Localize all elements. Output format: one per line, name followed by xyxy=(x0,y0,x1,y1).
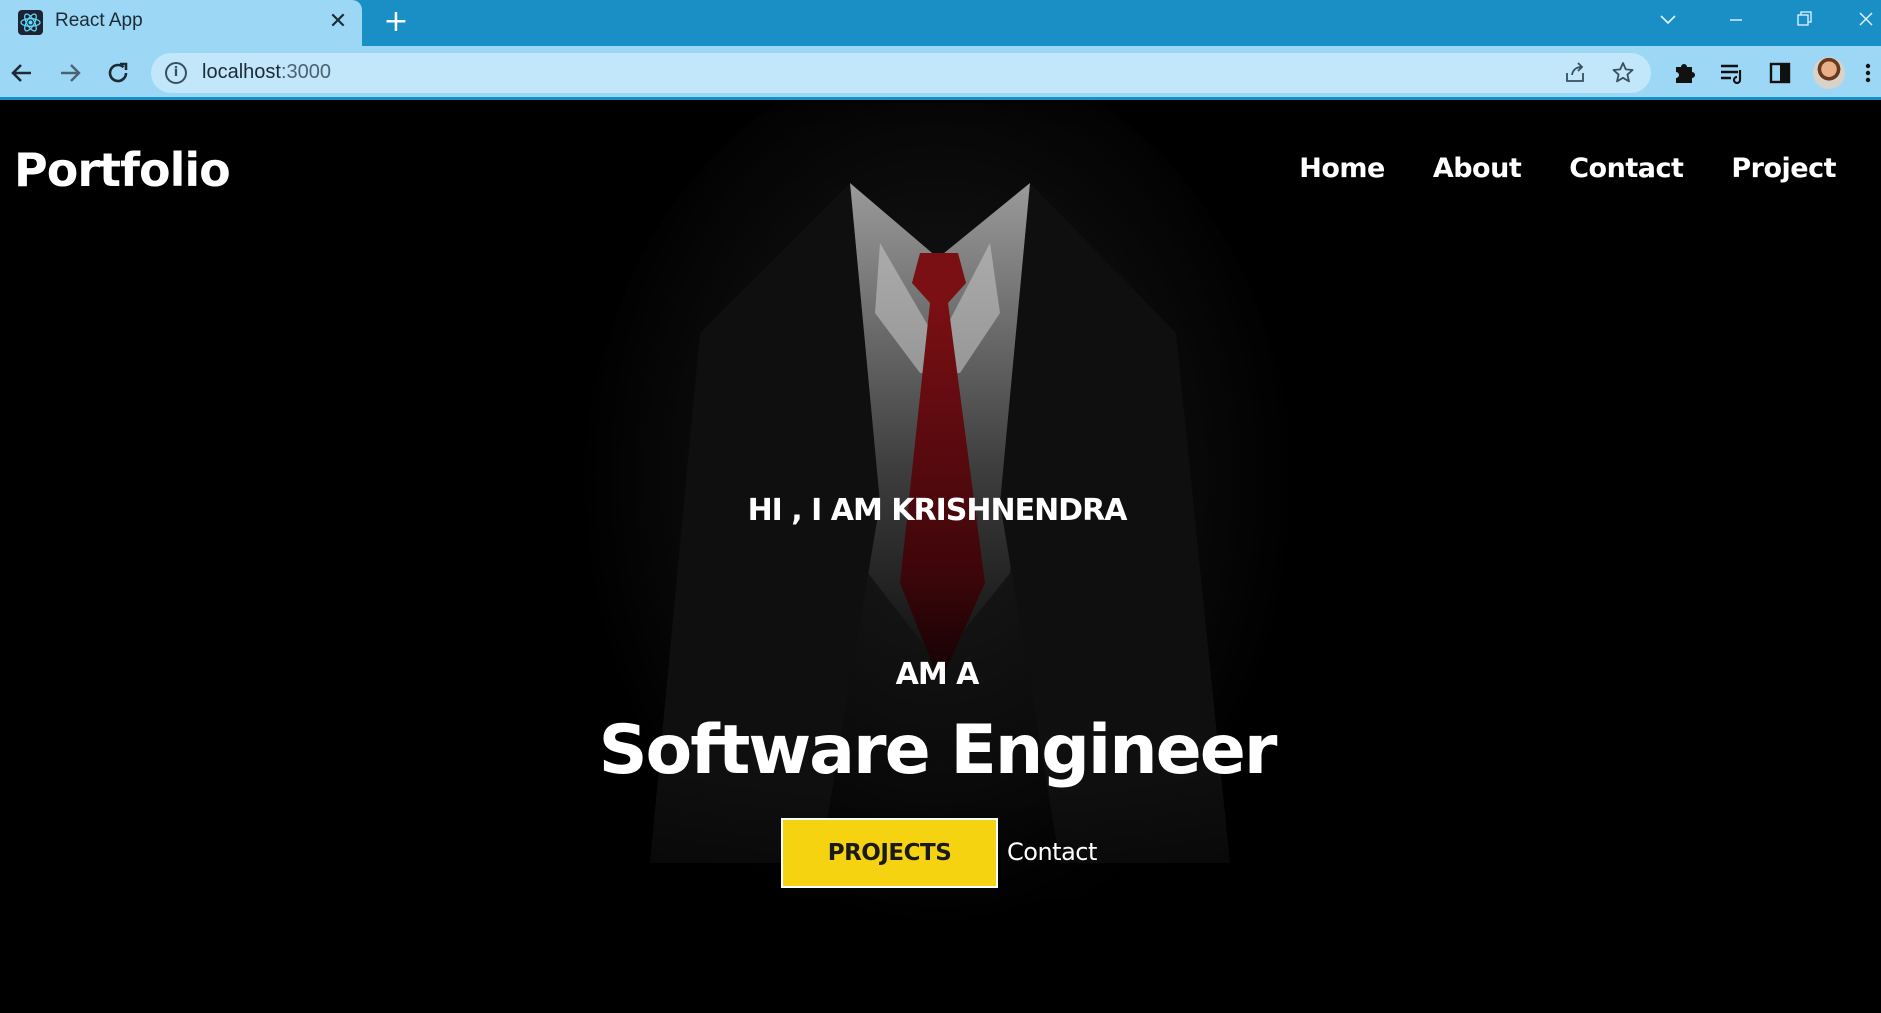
restore-icon[interactable] xyxy=(1784,4,1824,36)
tab-close-icon[interactable]: ✕ xyxy=(325,9,351,35)
hero-role-title: Software Engineer xyxy=(598,711,1278,790)
reload-icon[interactable] xyxy=(100,55,136,91)
url-port: :3000 xyxy=(280,61,331,83)
site-logo[interactable]: Portfolio xyxy=(14,143,231,197)
info-icon[interactable]: i xyxy=(165,62,187,84)
tab-search-icon[interactable] xyxy=(1648,4,1688,36)
star-icon[interactable] xyxy=(1609,59,1637,87)
address-bar[interactable]: i localhost:3000 xyxy=(151,53,1651,93)
reading-list-icon[interactable] xyxy=(1716,57,1748,89)
menu-icon[interactable] xyxy=(1858,57,1878,89)
nav-project-link[interactable]: Project xyxy=(1731,153,1836,184)
extensions-icon[interactable] xyxy=(1668,57,1700,89)
portfolio-page: Portfolio Home About Contact Project HI … xyxy=(0,103,1881,1013)
browser-tab[interactable]: React App ✕ xyxy=(0,0,362,46)
forward-arrow-icon[interactable] xyxy=(52,55,88,91)
main-nav: Home About Contact Project xyxy=(1299,153,1836,184)
nav-contact-link[interactable]: Contact xyxy=(1569,153,1684,184)
react-favicon-icon xyxy=(18,10,43,35)
share-icon[interactable] xyxy=(1561,59,1589,87)
contact-link[interactable]: Contact xyxy=(1007,838,1097,866)
new-tab-button[interactable]: + xyxy=(380,7,412,39)
url-text: localhost:3000 xyxy=(202,61,331,84)
browser-tab-strip: React App ✕ + xyxy=(0,0,1881,46)
nav-about-link[interactable]: About xyxy=(1433,153,1522,184)
close-window-icon[interactable] xyxy=(1846,4,1881,36)
nav-home-link[interactable]: Home xyxy=(1299,153,1385,184)
profile-avatar[interactable] xyxy=(1813,57,1845,89)
side-panel-icon[interactable] xyxy=(1764,57,1796,89)
hero-intro: AM A xyxy=(895,657,980,692)
browser-toolbar: i localhost:3000 xyxy=(0,46,1881,100)
minimize-icon[interactable] xyxy=(1716,4,1756,36)
back-arrow-icon[interactable] xyxy=(4,55,40,91)
projects-button[interactable]: PROJECTS xyxy=(781,818,998,888)
url-host: localhost xyxy=(202,61,281,83)
tab-title: React App xyxy=(55,10,143,31)
hero-greeting: HI , I AM KRISHNENDRA xyxy=(747,493,1128,528)
